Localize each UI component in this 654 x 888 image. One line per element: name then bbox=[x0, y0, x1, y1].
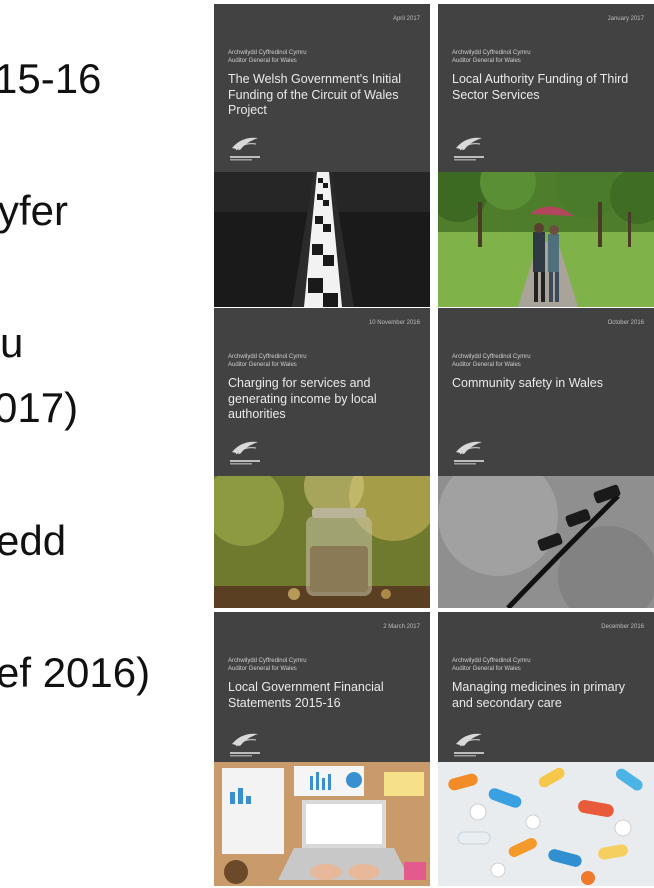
report-title: Local Authority Funding of Third Sector … bbox=[452, 72, 629, 102]
slide-text-line: 017) bbox=[0, 384, 79, 431]
report-title: Managing medicines in primary and second… bbox=[452, 680, 625, 710]
wao-logo-icon bbox=[230, 441, 260, 465]
org-name: Archwilydd Cyffredinol Cymru Auditor Gen… bbox=[452, 354, 531, 368]
wao-logo-icon bbox=[230, 733, 260, 757]
report-cover-charging-for-services[interactable]: 10 November 2016 Archwilydd Cyffredinol … bbox=[214, 308, 430, 608]
cover-panel: October 2016 Archwilydd Cyffredinol Cymr… bbox=[438, 308, 654, 476]
report-cover-third-sector[interactable]: January 2017 Archwilydd Cyffredinol Cymr… bbox=[438, 4, 654, 307]
org-name: Archwilydd Cyffredinol Cymru Auditor Gen… bbox=[228, 658, 307, 672]
org-name: Archwilydd Cyffredinol Cymru Auditor Gen… bbox=[452, 658, 531, 672]
report-date: October 2016 bbox=[607, 320, 644, 326]
race-track-image bbox=[214, 172, 430, 307]
report-cover-community-safety[interactable]: October 2016 Archwilydd Cyffredinol Cymr… bbox=[438, 308, 654, 608]
org-name: Archwilydd Cyffredinol Cymru Auditor Gen… bbox=[228, 50, 307, 64]
cctv-cameras-image bbox=[438, 476, 654, 608]
report-title: Local Government Financial Statements 20… bbox=[228, 680, 384, 710]
report-cover-managing-medicines[interactable]: December 2016 Archwilydd Cyffredinol Cym… bbox=[438, 612, 654, 886]
cover-panel: 10 November 2016 Archwilydd Cyffredinol … bbox=[214, 308, 430, 476]
pills-image bbox=[438, 762, 654, 886]
report-date: 2 March 2017 bbox=[383, 624, 420, 630]
report-cover-circuit-of-wales[interactable]: April 2017 Archwilydd Cyffredinol Cymru … bbox=[214, 4, 430, 307]
report-date: 10 November 2016 bbox=[368, 320, 420, 326]
cover-panel: 2 March 2017 Archwilydd Cyffredinol Cymr… bbox=[214, 612, 430, 762]
cover-panel: April 2017 Archwilydd Cyffredinol Cymru … bbox=[214, 4, 430, 172]
laptop-desk-image bbox=[214, 762, 430, 886]
wao-logo-icon bbox=[230, 137, 260, 161]
report-title: The Welsh Government's Initial Funding o… bbox=[228, 72, 402, 118]
slide-text-line: edd bbox=[0, 517, 67, 564]
slide-text-line: ef 2016) bbox=[0, 649, 151, 696]
park-walk-image bbox=[438, 172, 654, 307]
wao-logo-icon bbox=[454, 441, 484, 465]
org-name: Archwilydd Cyffredinol Cymru Auditor Gen… bbox=[228, 354, 307, 368]
slide-text-line: u bbox=[0, 319, 24, 366]
slide-text-line: 15-16 bbox=[0, 55, 102, 102]
cover-panel: December 2016 Archwilydd Cyffredinol Cym… bbox=[438, 612, 654, 762]
slide-text-line: yfer bbox=[0, 187, 69, 234]
cover-panel: January 2017 Archwilydd Cyffredinol Cymr… bbox=[438, 4, 654, 172]
report-date: January 2017 bbox=[607, 16, 644, 22]
background-slide-text: 15-16 yfer u 017) edd ef 2016) bbox=[0, 0, 210, 888]
wao-logo-icon bbox=[454, 137, 484, 161]
report-title: Community safety in Wales bbox=[452, 376, 603, 390]
report-date: December 2016 bbox=[601, 624, 644, 630]
report-date: April 2017 bbox=[392, 16, 420, 22]
wao-logo-icon bbox=[454, 733, 484, 757]
org-name: Archwilydd Cyffredinol Cymru Auditor Gen… bbox=[452, 50, 531, 64]
report-title: Charging for services and generating inc… bbox=[228, 376, 377, 422]
coin-jar-image bbox=[214, 476, 430, 608]
report-cover-financial-statements[interactable]: 2 March 2017 Archwilydd Cyffredinol Cymr… bbox=[214, 612, 430, 886]
